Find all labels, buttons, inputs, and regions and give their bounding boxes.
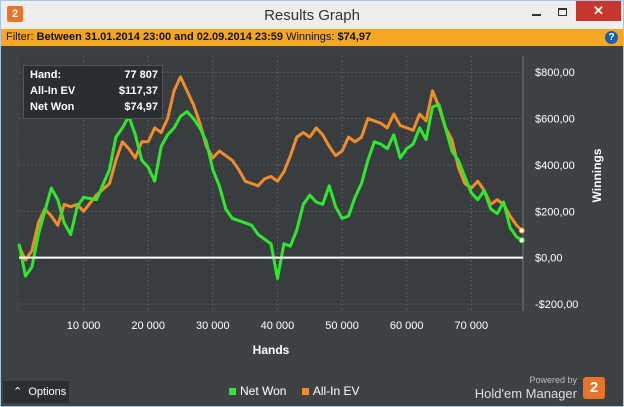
tooltip-value: $117,37 [118, 85, 158, 97]
tooltip-value: 77 807 [124, 69, 158, 81]
legend-swatch [229, 388, 236, 396]
maximize-button[interactable] [549, 1, 575, 21]
legend-label: All-In EV [312, 384, 360, 398]
winnings-value: $74,97 [337, 31, 372, 43]
help-icon[interactable]: ? [605, 31, 618, 44]
x-tick-label: 70 000 [454, 320, 488, 332]
tooltip-row-hand: Hand: 77 807 [30, 69, 158, 85]
legend-label: Net Won [240, 384, 287, 398]
tooltip-row-allin-ev: All-In EV $117,37 [30, 85, 158, 101]
brand-name: Hold'em Manager [474, 386, 577, 401]
options-label: Options [28, 386, 67, 398]
y-tick-label: $0,00 [535, 253, 563, 265]
x-tick-label: 10 000 [67, 320, 101, 332]
title-bar: 2 Results Graph ✕ [1, 1, 623, 29]
tooltip-label: Hand: [30, 69, 62, 81]
x-tick-label: 60 000 [390, 320, 424, 332]
maximize-icon [557, 7, 567, 16]
y-tick-label: -$200,00 [535, 299, 578, 311]
series-end-marker [518, 237, 525, 244]
legend-item-allin-ev[interactable]: All-In EV [301, 384, 360, 398]
minimize-icon [531, 13, 541, 16]
powered-by-text: Powered by [529, 375, 577, 385]
y-tick-label: $800,00 [535, 67, 575, 79]
tooltip-label: All-In EV [30, 85, 76, 97]
tooltip-row-net-won: Net Won $74,97 [30, 101, 158, 117]
hm2-logo-icon: 2 [583, 377, 605, 399]
minimize-button[interactable] [523, 1, 549, 21]
x-tick-label: 40 000 [261, 320, 295, 332]
x-tick-label: 20 000 [131, 320, 165, 332]
results-graph-window: 2 Results Graph ✕ Filter: Between 31.01.… [0, 0, 624, 407]
x-tick-label: 50 000 [325, 320, 359, 332]
chevron-up-icon: ⌃ [13, 386, 23, 398]
y-tick-label: $200,00 [535, 206, 575, 218]
y-axis-title: Winnings [590, 148, 604, 202]
legend-item-net-won[interactable]: Net Won [229, 384, 286, 398]
x-tick-label: 30 000 [196, 320, 230, 332]
x-axis-title: Hands [253, 343, 290, 357]
options-button[interactable]: ⌃ Options [3, 381, 69, 403]
tooltip-value: $74,97 [124, 101, 158, 113]
tooltip-label: Net Won [30, 101, 75, 113]
bottom-bar: ⌃ Options Net Won All-In EV Powered by H… [1, 375, 623, 406]
filter-bar: Filter: Between 31.01.2014 23:00 and 02.… [1, 29, 623, 46]
filter-text: Between 31.01.2014 23:00 and 02.09.2014 … [36, 31, 284, 43]
hover-tooltip: Hand: 77 807 All-In EV $117,37 Net Won $… [23, 65, 163, 119]
brand-mark: Powered by Hold'em Manager 2 [475, 375, 613, 406]
filter-label: Filter: [6, 31, 34, 43]
y-tick-label: $600,00 [535, 114, 575, 126]
winnings-label: Winnings: [286, 31, 335, 43]
chart-legend: Net Won All-In EV [229, 384, 372, 398]
series-end-marker [518, 227, 525, 234]
y-tick-label: $400,00 [535, 160, 575, 172]
legend-swatch [301, 388, 309, 396]
close-button[interactable]: ✕ [576, 1, 621, 21]
